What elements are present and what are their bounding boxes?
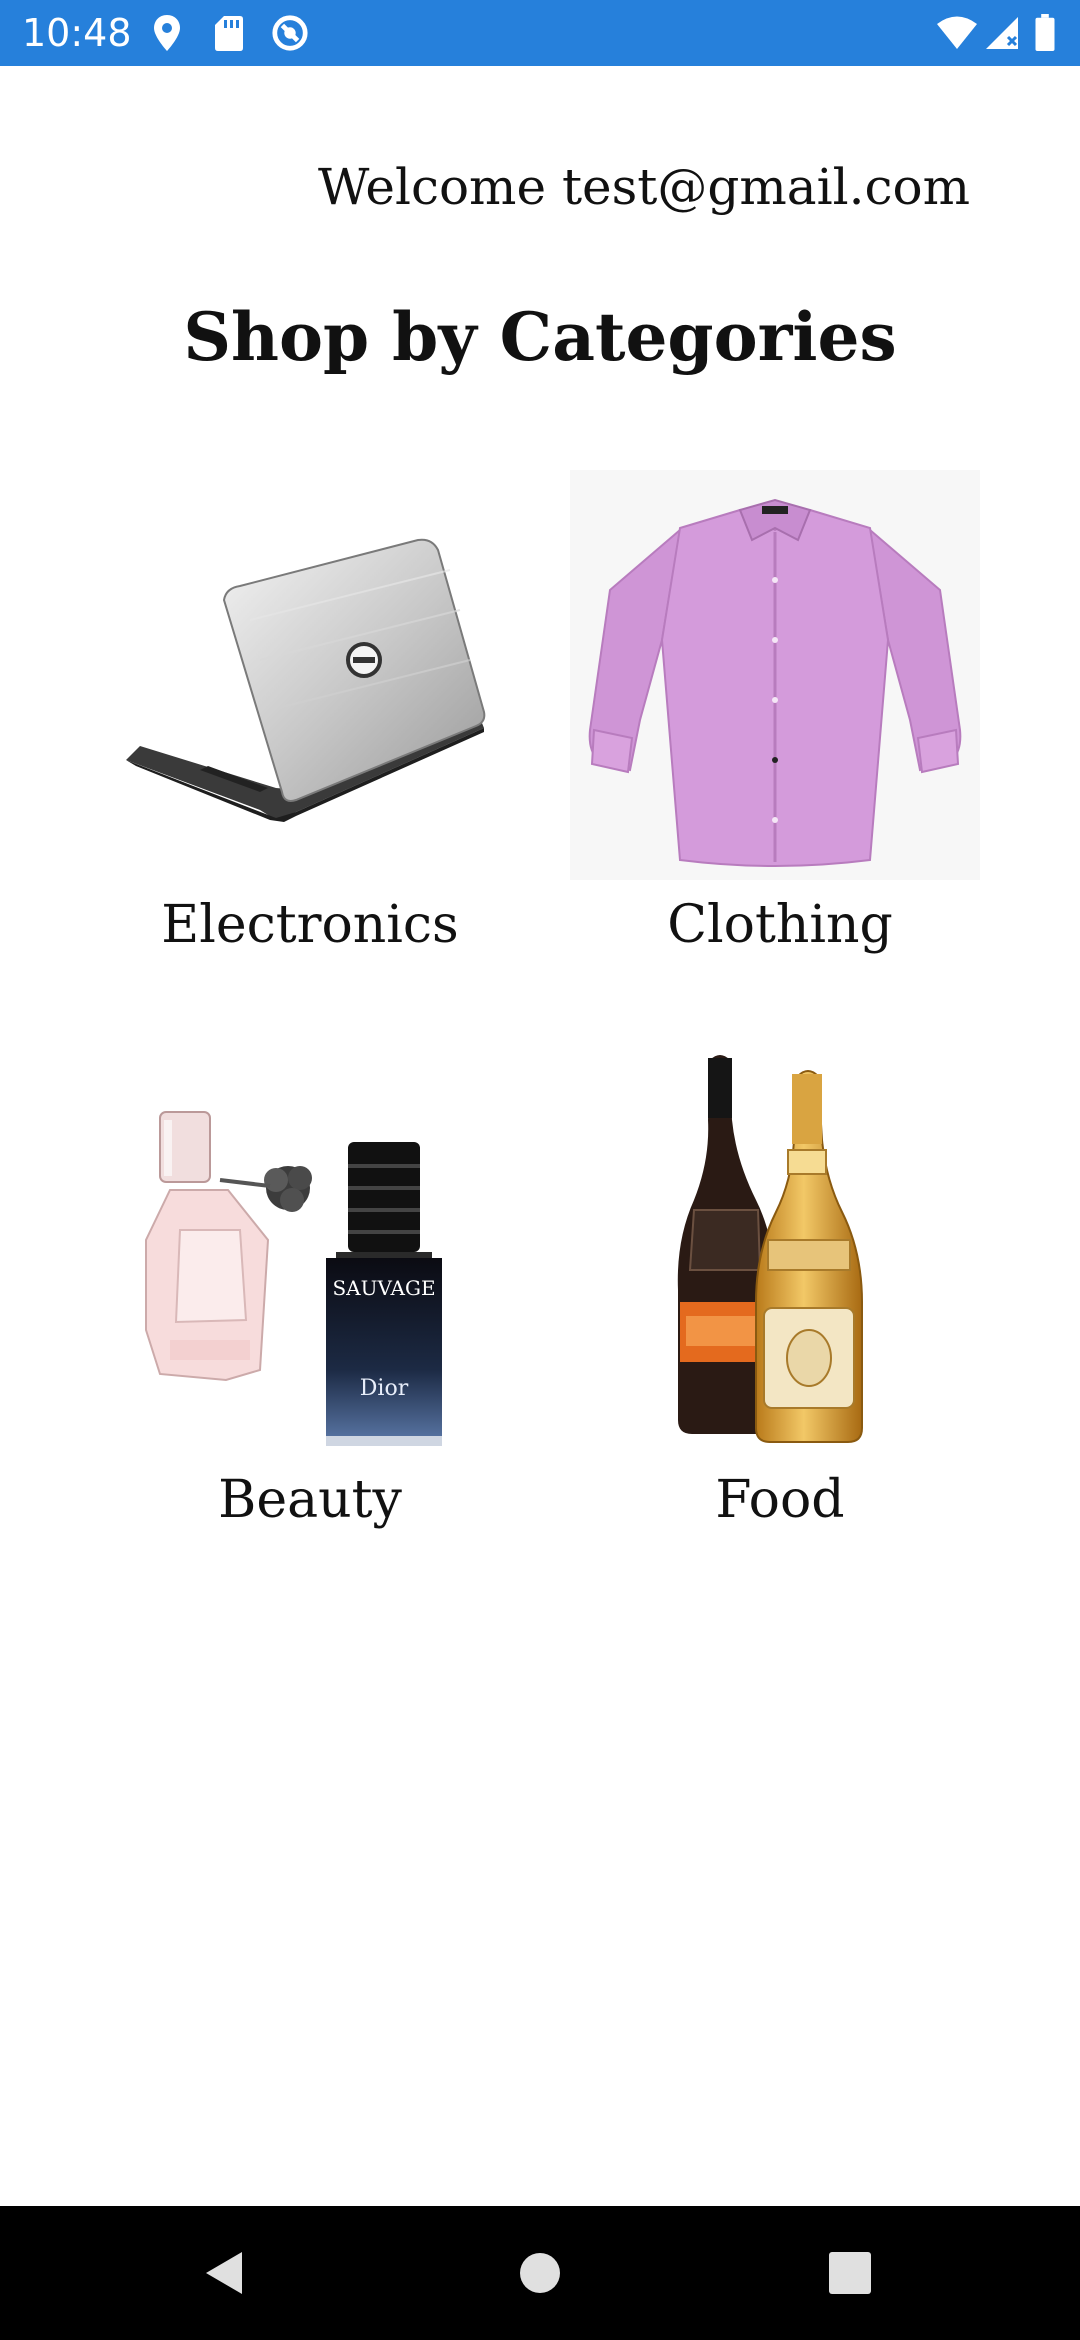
back-icon [206, 2252, 242, 2294]
navigation-bar [0, 2206, 1080, 2340]
category-label-food: Food [715, 1470, 845, 1530]
perfume-image: SAUVAGE Dior [145, 1111, 442, 1446]
screen: 10:48 Welcome test@gmail.com Shop by Cat… [0, 0, 1080, 2340]
category-food[interactable]: Food [570, 1040, 990, 1550]
category-label-clothing: Clothing [667, 895, 893, 955]
champagne-image [677, 1055, 863, 1443]
wifi-icon [937, 16, 977, 49]
home-icon [520, 2253, 560, 2293]
category-beauty[interactable]: SAUVAGE Dior Beauty [100, 1040, 520, 1550]
category-electronics[interactable]: Electronics [100, 470, 520, 970]
battery-icon [1035, 14, 1055, 52]
status-bar: 10:48 [0, 0, 1080, 66]
back-button[interactable] [190, 2238, 260, 2308]
category-label-beauty: Beauty [218, 1470, 402, 1530]
location-icon [154, 15, 180, 51]
sd-card-icon [215, 16, 243, 51]
recents-button[interactable] [815, 2238, 885, 2308]
recents-icon [829, 2252, 871, 2294]
category-label-electronics: Electronics [161, 895, 459, 955]
perfume-maker-text: Dior [360, 1376, 409, 1401]
home-button[interactable] [505, 2238, 575, 2308]
shirt-image [570, 470, 980, 880]
status-time: 10:48 [22, 11, 132, 55]
page-title: Shop by Categories [183, 298, 897, 376]
category-clothing[interactable]: Clothing [570, 470, 990, 970]
laptop-image [126, 538, 486, 822]
perfume-brand-text: SAUVAGE [332, 1276, 435, 1300]
cellular-signal-icon [986, 17, 1018, 49]
sync-icon [272, 15, 308, 51]
welcome-text: Welcome test@gmail.com [318, 158, 970, 216]
